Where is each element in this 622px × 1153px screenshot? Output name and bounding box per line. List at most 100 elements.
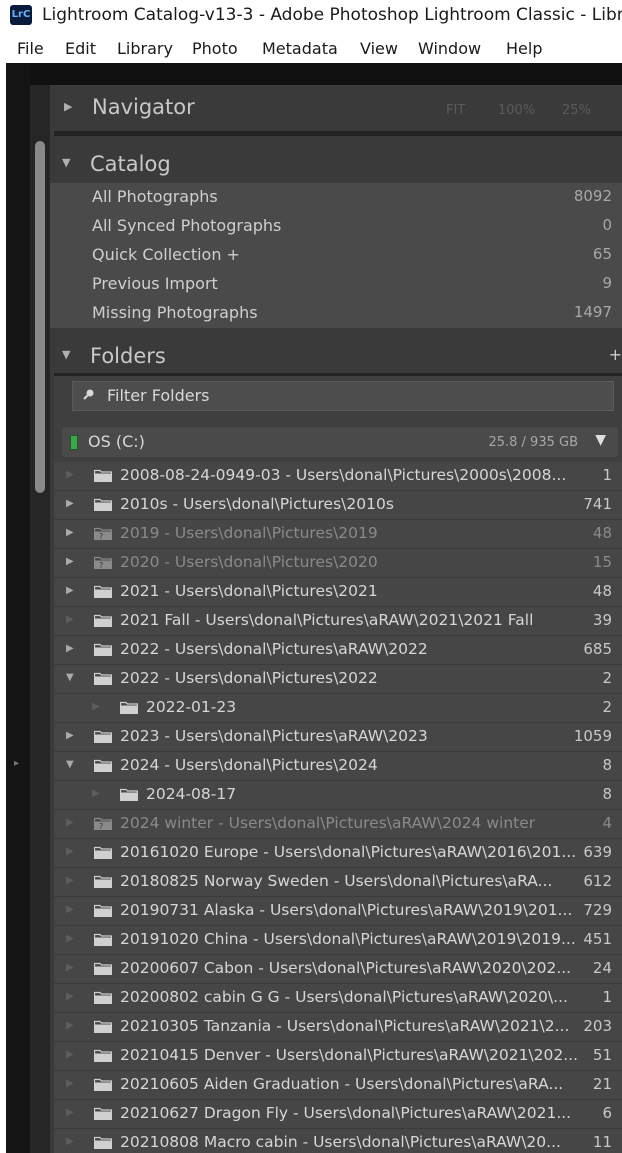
folder-row[interactable]: ▶ 2022 - Users\donal\Pictures\aRAW\2022 68… xyxy=(54,636,622,665)
menu-photo[interactable]: Photo xyxy=(192,39,238,58)
menu-library[interactable]: Library xyxy=(117,39,173,58)
folder-row[interactable]: ▶ 2021 Fall - Users\donal\Pictures\aRAW\2… xyxy=(54,607,622,636)
expand-triangle-icon[interactable]: ▶ xyxy=(66,643,74,654)
folder-row[interactable]: ▶? 2020 - Users\donal\Pictures\2020 15 xyxy=(54,549,622,578)
folder-icon xyxy=(94,498,112,511)
menu-window[interactable]: Window xyxy=(418,39,481,58)
folder-row[interactable]: ▶ 20190731 Alaska - Users\donal\Pictures\… xyxy=(54,897,622,926)
panel-expand-icon[interactable]: ▸ xyxy=(14,758,19,769)
folder-row[interactable]: ▶ 20210305 Tanzania - Users\donal\Picture… xyxy=(54,1013,622,1042)
folder-row[interactable]: ▶ 2010s - Users\donal\Pictures\2010s 741 xyxy=(54,491,622,520)
expand-triangle-icon: ▶ xyxy=(66,933,74,944)
collapse-triangle-icon[interactable]: ▼ xyxy=(62,156,70,169)
folder-count: 4 xyxy=(602,814,612,832)
catalog-item-all-photographs[interactable]: All Photographs 8092 xyxy=(50,183,622,212)
expand-triangle-icon: ▶ xyxy=(66,904,74,915)
folders-header[interactable]: ▼ Folders + xyxy=(50,333,622,375)
section-divider xyxy=(54,131,622,136)
folder-count: 11 xyxy=(592,1133,612,1151)
folder-row[interactable]: ▼ 2022 - Users\donal\Pictures\2022 2 xyxy=(54,665,622,694)
folders-title: Folders xyxy=(90,344,166,368)
folder-icon xyxy=(94,1107,112,1120)
expand-triangle-icon: ▶ xyxy=(66,1020,74,1031)
folder-name: 2022 - Users\donal\Pictures\aRAW\2022 xyxy=(120,640,428,658)
zoom-25-option[interactable]: 25% xyxy=(562,103,591,118)
folder-row[interactable]: ▶ 2022-01-23 2 xyxy=(54,694,622,723)
expand-triangle-icon: ▶ xyxy=(66,817,74,828)
lightroom-app-icon: LrC xyxy=(10,5,32,25)
folder-row[interactable]: ▶ 2021 - Users\donal\Pictures\2021 48 xyxy=(54,578,622,607)
expand-triangle-icon: ▶ xyxy=(66,962,74,973)
expand-triangle-icon[interactable]: ▶ xyxy=(66,527,74,538)
folder-icon xyxy=(94,846,112,859)
menu-bar: File Edit Library Photo Metadata View Wi… xyxy=(0,32,622,63)
catalog-item-previous-import[interactable]: Previous Import 9 xyxy=(50,270,622,299)
expand-triangle-icon[interactable]: ▶ xyxy=(66,556,74,567)
collapse-triangle-icon[interactable]: ▼ xyxy=(62,348,70,361)
zoom-fit-option[interactable]: FIT xyxy=(446,103,465,118)
add-folder-icon[interactable]: + xyxy=(609,345,622,364)
folder-name: 20210305 Tanzania - Users\donal\Pictures… xyxy=(120,1017,570,1035)
folder-name: 2023 - Users\donal\Pictures\aRAW\2023 xyxy=(120,727,428,745)
collapse-triangle-icon[interactable]: ▼ xyxy=(66,672,74,683)
folder-row[interactable]: ▶ 20210605 Aiden Graduation - Users\donal… xyxy=(54,1071,622,1100)
folder-row[interactable]: ▶ 2023 - Users\donal\Pictures\aRAW\2023 10… xyxy=(54,723,622,752)
expand-triangle-icon[interactable]: ▶ xyxy=(66,585,74,596)
expand-triangle-icon[interactable]: ▶ xyxy=(66,498,74,509)
folder-row[interactable]: ▶ 2008-08-24-0949-03 - Users\donal\Pictur… xyxy=(54,462,622,491)
folder-row[interactable]: ▶? 2019 - Users\donal\Pictures\2019 48 xyxy=(54,520,622,549)
expand-triangle-icon: ▶ xyxy=(66,1107,74,1118)
folder-row[interactable]: ▶ 20161020 Europe - Users\donal\Pictures\… xyxy=(54,839,622,868)
catalog-item-quick-collection[interactable]: Quick Collection + 65 xyxy=(50,241,622,270)
catalog-item-count: 1497 xyxy=(573,303,612,321)
folder-row[interactable]: ▼ 2024 - Users\donal\Pictures\2024 8 xyxy=(54,752,622,781)
filter-folders-input[interactable]: Filter Folders xyxy=(72,381,614,411)
menu-file[interactable]: File xyxy=(17,39,44,58)
folder-count: 451 xyxy=(583,930,612,948)
volume-size: 25.8 / 935 GB xyxy=(488,435,578,450)
folder-row[interactable]: ▶ 20210627 Dragon Fly - Users\donal\Pictu… xyxy=(54,1100,622,1129)
folder-name: 2022 - Users\donal\Pictures\2022 xyxy=(120,669,378,687)
folder-row[interactable]: ▶ 2024-08-17 8 xyxy=(54,781,622,810)
folder-icon xyxy=(120,788,138,801)
menu-edit[interactable]: Edit xyxy=(65,39,96,58)
catalog-title: Catalog xyxy=(90,152,171,176)
folder-icon xyxy=(94,672,112,685)
navigator-header[interactable]: ▶ Navigator FIT 100% 25% xyxy=(50,85,622,127)
folder-row[interactable]: ▶ 20200607 Cabon - Users\donal\Pictures\a… xyxy=(54,955,622,984)
folder-row[interactable]: ▶? 2024 winter - Users\donal\Pictures\aRA… xyxy=(54,810,622,839)
panel-scrollbar[interactable] xyxy=(30,85,50,1153)
catalog-header[interactable]: ▼ Catalog xyxy=(50,141,622,183)
scrollbar-thumb[interactable] xyxy=(35,141,45,493)
volume-name: OS (C:) xyxy=(88,432,145,451)
catalog-item-count: 65 xyxy=(592,245,612,263)
folder-icon xyxy=(94,991,112,1004)
expand-triangle-icon[interactable]: ▶ xyxy=(66,730,74,741)
folder-row[interactable]: ▶ 20210808 Macro cabin - Users\donal\Pict… xyxy=(54,1129,622,1153)
expand-triangle-icon[interactable]: ▶ xyxy=(64,100,72,113)
missing-folder-icon: ? xyxy=(94,527,112,540)
catalog-item-all-synced[interactable]: All Synced Photographs 0 xyxy=(50,212,622,241)
folder-name: 2024-08-17 xyxy=(146,785,237,803)
navigator-title: Navigator xyxy=(92,95,195,119)
folder-row[interactable]: ▶ 20210415 Denver - Users\donal\Pictures\… xyxy=(54,1042,622,1071)
catalog-item-count: 9 xyxy=(602,274,612,292)
folder-row[interactable]: ▶ 20180825 Norway Sweden - Users\donal\Pi… xyxy=(54,868,622,897)
collapse-triangle-icon[interactable]: ▼ xyxy=(66,759,74,770)
catalog-item-missing-photographs[interactable]: Missing Photographs 1497 xyxy=(50,299,622,328)
volume-header[interactable]: OS (C:) 25.8 / 935 GB ▼ xyxy=(62,427,618,457)
menu-help[interactable]: Help xyxy=(506,39,542,58)
missing-folder-icon: ? xyxy=(94,556,112,569)
zoom-100-option[interactable]: 100% xyxy=(498,103,535,118)
volume-dropdown-icon[interactable]: ▼ xyxy=(595,432,606,448)
folder-icon xyxy=(94,585,112,598)
folder-count: 24 xyxy=(592,959,612,977)
expand-triangle-icon: ▶ xyxy=(66,469,74,480)
folder-icon xyxy=(94,469,112,482)
expand-triangle-icon: ▶ xyxy=(66,875,74,886)
menu-view[interactable]: View xyxy=(360,39,398,58)
menu-metadata[interactable]: Metadata xyxy=(262,39,338,58)
folder-row[interactable]: ▶ 20200802 cabin G G - Users\donal\Pictur… xyxy=(54,984,622,1013)
svg-text:?: ? xyxy=(99,561,103,569)
folder-row[interactable]: ▶ 20191020 China - Users\donal\Pictures\a… xyxy=(54,926,622,955)
